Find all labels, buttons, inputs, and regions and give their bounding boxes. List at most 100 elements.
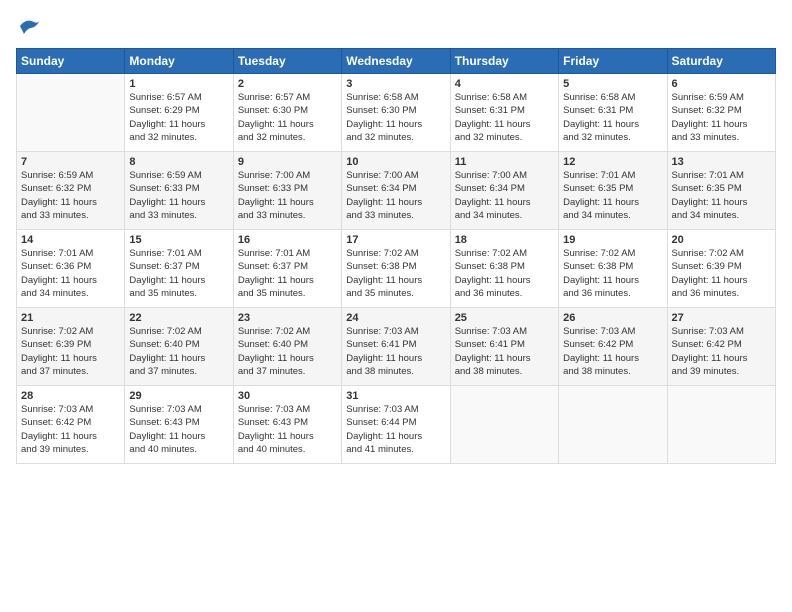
day-info-line: Daylight: 11 hours	[346, 196, 445, 209]
day-info-line: and 41 minutes.	[346, 443, 445, 456]
calendar-cell: 16Sunrise: 7:01 AMSunset: 6:37 PMDayligh…	[233, 230, 341, 308]
day-number: 9	[238, 156, 337, 168]
day-info: Sunrise: 6:59 AMSunset: 6:32 PMDaylight:…	[21, 169, 120, 222]
day-info: Sunrise: 7:02 AMSunset: 6:40 PMDaylight:…	[238, 325, 337, 378]
day-info: Sunrise: 7:01 AMSunset: 6:35 PMDaylight:…	[672, 169, 771, 222]
day-info-line: Daylight: 11 hours	[455, 352, 554, 365]
day-info-line: Sunrise: 7:03 AM	[21, 403, 120, 416]
day-number: 7	[21, 156, 120, 168]
day-info-line: Sunset: 6:29 PM	[129, 104, 228, 117]
day-info-line: Sunset: 6:32 PM	[672, 104, 771, 117]
calendar-cell	[667, 386, 775, 464]
calendar-cell: 20Sunrise: 7:02 AMSunset: 6:39 PMDayligh…	[667, 230, 775, 308]
day-info: Sunrise: 6:59 AMSunset: 6:32 PMDaylight:…	[672, 91, 771, 144]
day-number: 30	[238, 390, 337, 402]
calendar-cell: 10Sunrise: 7:00 AMSunset: 6:34 PMDayligh…	[342, 152, 450, 230]
calendar-cell: 17Sunrise: 7:02 AMSunset: 6:38 PMDayligh…	[342, 230, 450, 308]
day-info-line: Sunset: 6:41 PM	[455, 338, 554, 351]
day-number: 19	[563, 234, 662, 246]
day-info-line: Sunset: 6:33 PM	[238, 182, 337, 195]
calendar-cell: 12Sunrise: 7:01 AMSunset: 6:35 PMDayligh…	[559, 152, 667, 230]
day-info: Sunrise: 6:58 AMSunset: 6:31 PMDaylight:…	[563, 91, 662, 144]
calendar-week-row: 21Sunrise: 7:02 AMSunset: 6:39 PMDayligh…	[17, 308, 776, 386]
day-info-line: Daylight: 11 hours	[129, 430, 228, 443]
calendar-cell: 27Sunrise: 7:03 AMSunset: 6:42 PMDayligh…	[667, 308, 775, 386]
day-info-line: and 32 minutes.	[563, 131, 662, 144]
day-info-line: and 34 minutes.	[455, 209, 554, 222]
calendar-cell: 23Sunrise: 7:02 AMSunset: 6:40 PMDayligh…	[233, 308, 341, 386]
day-info-line: Daylight: 11 hours	[455, 118, 554, 131]
calendar-cell: 9Sunrise: 7:00 AMSunset: 6:33 PMDaylight…	[233, 152, 341, 230]
day-info: Sunrise: 7:01 AMSunset: 6:37 PMDaylight:…	[238, 247, 337, 300]
day-info-line: Sunset: 6:33 PM	[129, 182, 228, 195]
calendar-cell: 24Sunrise: 7:03 AMSunset: 6:41 PMDayligh…	[342, 308, 450, 386]
day-info-line: Sunset: 6:39 PM	[672, 260, 771, 273]
day-info-line: Sunrise: 7:03 AM	[346, 325, 445, 338]
day-info: Sunrise: 7:03 AMSunset: 6:42 PMDaylight:…	[21, 403, 120, 456]
day-info-line: and 35 minutes.	[346, 287, 445, 300]
day-info-line: and 33 minutes.	[238, 209, 337, 222]
day-info: Sunrise: 7:01 AMSunset: 6:36 PMDaylight:…	[21, 247, 120, 300]
day-info-line: Sunset: 6:42 PM	[21, 416, 120, 429]
calendar-cell	[559, 386, 667, 464]
day-info-line: Sunset: 6:42 PM	[563, 338, 662, 351]
day-info: Sunrise: 7:03 AMSunset: 6:41 PMDaylight:…	[455, 325, 554, 378]
logo-bird-icon	[18, 16, 42, 36]
day-info-line: and 39 minutes.	[21, 443, 120, 456]
calendar-cell: 3Sunrise: 6:58 AMSunset: 6:30 PMDaylight…	[342, 74, 450, 152]
calendar-cell: 31Sunrise: 7:03 AMSunset: 6:44 PMDayligh…	[342, 386, 450, 464]
day-info-line: Sunrise: 7:02 AM	[129, 325, 228, 338]
day-info-line: and 34 minutes.	[563, 209, 662, 222]
day-info-line: and 40 minutes.	[129, 443, 228, 456]
day-info-line: Sunrise: 7:03 AM	[455, 325, 554, 338]
day-info-line: and 35 minutes.	[238, 287, 337, 300]
day-number: 23	[238, 312, 337, 324]
day-info-line: Sunrise: 7:02 AM	[455, 247, 554, 260]
day-info-line: Daylight: 11 hours	[672, 118, 771, 131]
day-info-line: Daylight: 11 hours	[21, 274, 120, 287]
day-info-line: Daylight: 11 hours	[21, 352, 120, 365]
day-info-line: and 38 minutes.	[455, 365, 554, 378]
day-info-line: Sunset: 6:39 PM	[21, 338, 120, 351]
day-info-line: Sunset: 6:31 PM	[455, 104, 554, 117]
day-info-line: Daylight: 11 hours	[238, 352, 337, 365]
day-header-friday: Friday	[559, 49, 667, 74]
day-number: 17	[346, 234, 445, 246]
day-info-line: and 36 minutes.	[455, 287, 554, 300]
day-info-line: Sunset: 6:40 PM	[238, 338, 337, 351]
day-info: Sunrise: 7:03 AMSunset: 6:43 PMDaylight:…	[129, 403, 228, 456]
day-info-line: Sunrise: 6:59 AM	[21, 169, 120, 182]
day-number: 10	[346, 156, 445, 168]
day-info-line: Sunrise: 7:03 AM	[563, 325, 662, 338]
day-info: Sunrise: 7:03 AMSunset: 6:43 PMDaylight:…	[238, 403, 337, 456]
calendar-week-row: 14Sunrise: 7:01 AMSunset: 6:36 PMDayligh…	[17, 230, 776, 308]
day-info: Sunrise: 6:58 AMSunset: 6:30 PMDaylight:…	[346, 91, 445, 144]
day-info: Sunrise: 7:03 AMSunset: 6:44 PMDaylight:…	[346, 403, 445, 456]
day-info-line: Daylight: 11 hours	[346, 352, 445, 365]
day-info-line: Daylight: 11 hours	[238, 118, 337, 131]
day-header-saturday: Saturday	[667, 49, 775, 74]
day-info-line: Daylight: 11 hours	[346, 430, 445, 443]
day-info-line: Sunrise: 7:01 AM	[129, 247, 228, 260]
day-info: Sunrise: 7:00 AMSunset: 6:34 PMDaylight:…	[346, 169, 445, 222]
calendar-cell	[450, 386, 558, 464]
day-info: Sunrise: 7:02 AMSunset: 6:38 PMDaylight:…	[563, 247, 662, 300]
day-info-line: Daylight: 11 hours	[21, 196, 120, 209]
day-info-line: Sunset: 6:38 PM	[346, 260, 445, 273]
logo	[16, 16, 42, 36]
day-info-line: and 36 minutes.	[563, 287, 662, 300]
day-info-line: and 32 minutes.	[238, 131, 337, 144]
day-info-line: and 32 minutes.	[455, 131, 554, 144]
calendar-cell: 30Sunrise: 7:03 AMSunset: 6:43 PMDayligh…	[233, 386, 341, 464]
day-number: 24	[346, 312, 445, 324]
calendar-cell: 25Sunrise: 7:03 AMSunset: 6:41 PMDayligh…	[450, 308, 558, 386]
day-number: 8	[129, 156, 228, 168]
day-info-line: Daylight: 11 hours	[346, 118, 445, 131]
day-info-line: Sunrise: 7:02 AM	[672, 247, 771, 260]
calendar-cell: 4Sunrise: 6:58 AMSunset: 6:31 PMDaylight…	[450, 74, 558, 152]
day-info-line: and 40 minutes.	[238, 443, 337, 456]
day-info-line: Daylight: 11 hours	[455, 274, 554, 287]
day-info-line: Sunset: 6:37 PM	[238, 260, 337, 273]
day-info-line: Sunset: 6:30 PM	[238, 104, 337, 117]
calendar-cell	[17, 74, 125, 152]
